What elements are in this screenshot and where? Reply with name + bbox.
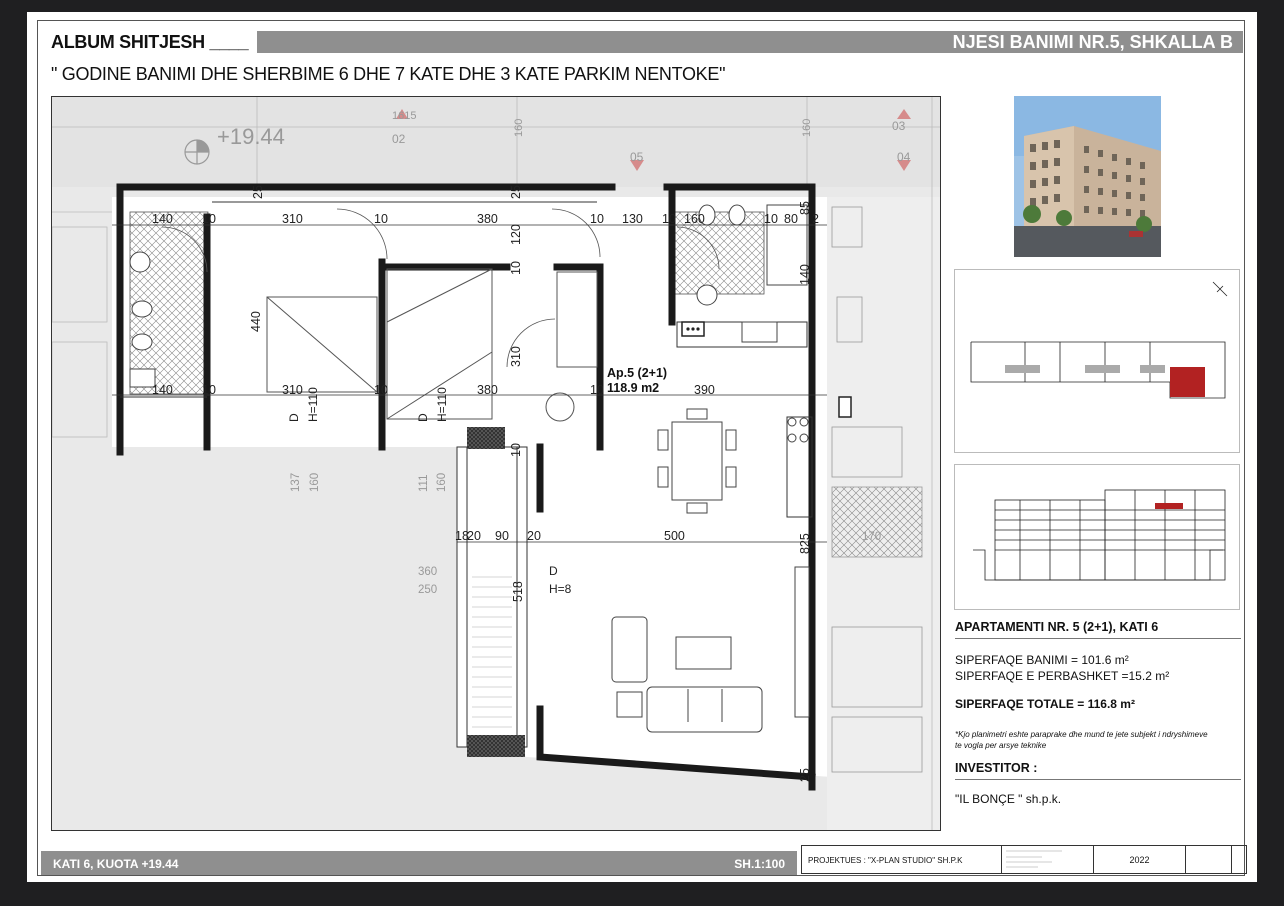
dim-mid-10c: 10 xyxy=(590,383,604,397)
dim-v-25b: 25 xyxy=(509,185,523,199)
grid-dim-160b: 160 xyxy=(801,119,813,137)
footer-band: KATI 6, KUOTA +19.44 SH.1:100 xyxy=(41,851,797,875)
title-block: PROJEKTUES : "X-PLAN STUDIO" SH.P.K 2022 xyxy=(801,845,1247,874)
dim-v-825: 825 xyxy=(798,533,812,554)
window-d2: D xyxy=(416,413,430,422)
floor-label: KATI 6, KUOTA +19.44 xyxy=(53,857,179,871)
grid-dim-160a: 160 xyxy=(513,119,525,137)
window-d1: D xyxy=(287,413,301,422)
floor-plan-drawing: +19.44 02 03 04 05 1615 160 160 140 10 3… xyxy=(52,97,940,830)
dim-top-310: 310 xyxy=(282,212,303,226)
section-diagram xyxy=(954,464,1240,610)
header-band: NJESI BANIMI NR.5, SHKALLA B xyxy=(257,31,1243,53)
dim-v-140: 140 xyxy=(798,264,812,285)
key-plan-unit-highlight xyxy=(1170,367,1205,397)
level-mark-text: +19.44 xyxy=(217,124,285,149)
dim-v-25a: 25 xyxy=(251,185,265,199)
dim-bal-20b: 20 xyxy=(527,529,541,543)
stamp-cell xyxy=(1002,846,1094,873)
dim-grey-170: 170 xyxy=(862,531,881,543)
year-label: 2022 xyxy=(1129,855,1150,865)
dim-bal-90: 90 xyxy=(495,529,509,543)
dim-top-160: 160 xyxy=(684,212,705,226)
dim-v-310: 310 xyxy=(509,346,523,367)
dim-v-85: 85 xyxy=(798,201,812,215)
unit-title: NJESI BANIMI NR.5, SHKALLA B xyxy=(952,32,1233,52)
note-line-1: *Kjo planimetri eshte paraprake dhe mund… xyxy=(955,730,1208,739)
building-subtitle: " GODINE BANIMI DHE SHERBIME 6 DHE 7 KAT… xyxy=(51,64,726,84)
area-common: SIPERFAQE E PERBASHKET =15.2 m² xyxy=(955,669,1170,683)
investor-label: INVESTITOR : xyxy=(955,761,1241,780)
dim-v-10b: 10 xyxy=(509,443,523,457)
dim-grey-160a: 160 xyxy=(309,473,321,492)
dim-grey-111: 111 xyxy=(418,475,430,492)
dim-v-518: 518 xyxy=(511,581,525,602)
dim-top-380: 380 xyxy=(477,212,498,226)
dim-mid-390: 390 xyxy=(694,383,715,397)
designer-cell: PROJEKTUES : "X-PLAN STUDIO" SH.P.K xyxy=(802,846,1002,873)
building-render xyxy=(1014,96,1161,257)
apartment-title: APARTAMENTI NR. 5 (2+1), KATI 6 xyxy=(955,620,1241,639)
dim-mid-380: 380 xyxy=(477,383,498,397)
album-title: ALBUM SHITJESH ____ xyxy=(51,32,249,52)
section-unit-highlight xyxy=(1155,503,1183,509)
apartment-area: 118.9 m2 xyxy=(607,381,659,395)
window-d3: D xyxy=(549,564,558,578)
sheet-cell xyxy=(1186,846,1232,873)
dim-mid-310: 310 xyxy=(282,383,303,397)
dim-top-10e: 10 xyxy=(764,212,778,226)
sales-sheet: ALBUM SHITJESH ____ NJESI BANIMI NR.5, S… xyxy=(27,12,1257,882)
dim-mid-10b: 10 xyxy=(374,383,388,397)
dim-top-130: 130 xyxy=(622,212,643,226)
note-line-2: te vogla per arsye teknike xyxy=(955,741,1047,750)
floor-plan: +19.44 02 03 04 05 1615 160 160 140 10 3… xyxy=(51,96,941,831)
dim-top-10c: 10 xyxy=(590,212,604,226)
dim-v-25c: 25 xyxy=(798,768,812,782)
grid-label-04: 04 xyxy=(897,150,911,164)
year-cell: 2022 xyxy=(1094,846,1186,873)
dim-top-10b: 10 xyxy=(374,212,388,226)
dim-mid-140: 140 xyxy=(152,383,173,397)
dim-v-120: 120 xyxy=(509,224,523,245)
dim-mid-10a: 10 xyxy=(202,383,216,397)
designer-label: PROJEKTUES : "X-PLAN STUDIO" SH.P.K xyxy=(808,856,963,865)
dim-bal-500: 500 xyxy=(664,529,685,543)
apartment-info: APARTAMENTI NR. 5 (2+1), KATI 6 SIPERFAQ… xyxy=(955,620,1241,806)
dim-grey-250: 250 xyxy=(418,584,437,596)
investor-name: "IL BONÇE " sh.p.k. xyxy=(955,792,1062,806)
window-h2: H=110 xyxy=(435,387,449,422)
dim-top-10d: 10 xyxy=(662,212,676,226)
window-h1: H=110 xyxy=(306,387,320,422)
apartment-label: Ap.5 (2+1) xyxy=(607,366,667,380)
grid-label-02: 02 xyxy=(392,132,406,146)
dim-top-10a: 10 xyxy=(202,212,216,226)
dim-v-10: 10 xyxy=(509,261,523,275)
scale-label: SH.1:100 xyxy=(734,857,785,871)
dim-top-2: 2 xyxy=(812,212,819,226)
area-living: SIPERFAQE BANIMI = 101.6 m² xyxy=(955,653,1129,667)
grid-dim-1615: 1615 xyxy=(392,110,416,122)
area-total: SIPERFAQE TOTALE = 116.8 m² xyxy=(955,697,1135,711)
dim-top-140: 140 xyxy=(152,212,173,226)
grid-label-05: 05 xyxy=(630,150,644,164)
key-plan xyxy=(954,269,1240,453)
dim-top-80: 80 xyxy=(784,212,798,226)
grid-label-03: 03 xyxy=(892,119,906,133)
window-h3: H=8 xyxy=(549,582,572,596)
dim-grey-360: 360 xyxy=(418,566,437,578)
dim-v-440: 440 xyxy=(249,311,263,332)
dim-bal-20a: 20 xyxy=(467,529,481,543)
dim-grey-160b: 160 xyxy=(436,473,448,492)
dim-grey-137: 137 xyxy=(290,473,302,492)
